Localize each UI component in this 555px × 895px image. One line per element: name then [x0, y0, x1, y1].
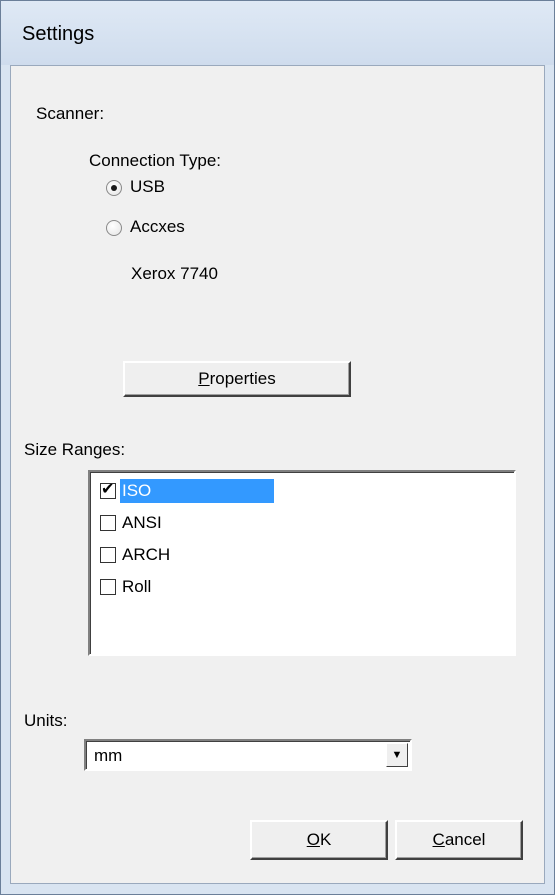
- units-dropdown[interactable]: mm ▼: [84, 739, 412, 771]
- accxes-radio[interactable]: [106, 220, 122, 236]
- scanner-label: Scanner:: [36, 104, 105, 123]
- radio-selected-dot: [111, 185, 117, 191]
- list-item-roll[interactable]: Roll: [100, 574, 153, 600]
- list-item-label: ISO: [120, 479, 274, 503]
- properties-button-label: Properties: [198, 369, 276, 388]
- connection-type-label: Connection Type:: [89, 151, 221, 170]
- arch-checkbox[interactable]: [100, 547, 116, 563]
- size-ranges-list[interactable]: ✔ ISO ANSI ARCH Roll: [88, 470, 516, 656]
- units-label: Units:: [24, 711, 68, 730]
- cancel-button[interactable]: Cancel: [395, 820, 523, 860]
- list-item-iso[interactable]: ✔ ISO: [100, 478, 274, 504]
- dropdown-arrow-icon[interactable]: ▼: [386, 743, 408, 767]
- list-item-ansi[interactable]: ANSI: [100, 510, 164, 536]
- list-item-label: ARCH: [122, 545, 171, 564]
- list-item-arch[interactable]: ARCH: [100, 542, 172, 568]
- usb-radio[interactable]: [106, 180, 122, 196]
- ok-button-label: OK: [306, 830, 332, 849]
- roll-checkbox[interactable]: [100, 579, 116, 595]
- properties-button[interactable]: Properties: [123, 361, 351, 397]
- window-title: Settings: [22, 23, 95, 45]
- cancel-button-label: Cancel: [432, 830, 486, 849]
- scanner-device-name: Xerox 7740: [131, 264, 218, 283]
- units-dropdown-value: mm: [94, 746, 123, 765]
- check-mark-icon: ✔: [101, 481, 115, 498]
- ansi-checkbox[interactable]: [100, 515, 116, 531]
- list-item-label: ANSI: [122, 513, 162, 532]
- title-bar[interactable]: Settings: [1, 1, 554, 65]
- size-ranges-label: Size Ranges:: [24, 440, 126, 459]
- accxes-radio-label[interactable]: Accxes: [130, 217, 185, 237]
- list-item-label: Roll: [122, 577, 152, 596]
- usb-radio-label[interactable]: USB: [130, 177, 165, 197]
- iso-checkbox[interactable]: ✔: [100, 481, 116, 499]
- ok-button[interactable]: OK: [250, 820, 388, 860]
